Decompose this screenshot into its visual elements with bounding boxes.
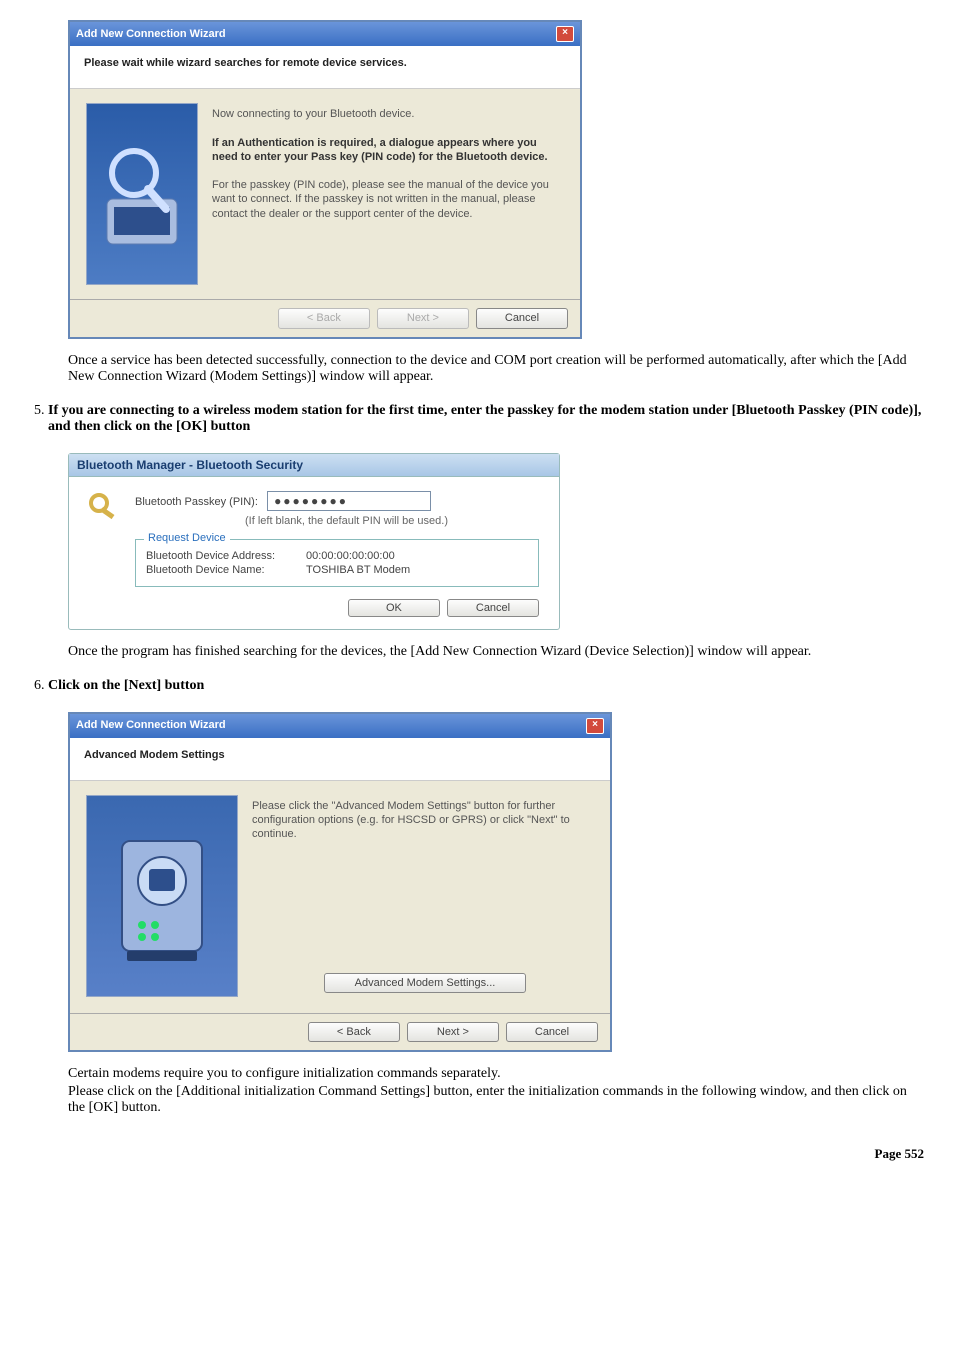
wizard-search-dialog: Add New Connection Wizard × Please wait … [68, 20, 582, 339]
pin-row: Bluetooth Passkey (PIN): ●●●●●●●● [135, 491, 539, 511]
bluetooth-security-dialog: Bluetooth Manager - Bluetooth Security B… [68, 453, 560, 630]
ok-button[interactable]: OK [348, 599, 440, 617]
modem-icon [107, 821, 217, 971]
pin-hint: (If left blank, the default PIN will be … [245, 515, 539, 527]
close-icon[interactable]: × [556, 26, 574, 42]
group-legend: Request Device [144, 532, 230, 544]
dialog-header: Advanced Modem Settings [70, 738, 610, 781]
adv-text: Please click the "Advanced Modem Setting… [252, 799, 594, 842]
adv-btn-row: Advanced Modem Settings... [252, 973, 594, 999]
back-button[interactable]: < Back [308, 1022, 400, 1042]
cancel-button[interactable]: Cancel [476, 308, 568, 328]
paragraph-2: Once the program has finished searching … [68, 644, 924, 660]
connecting-line: Now connecting to your Bluetooth device. [212, 107, 564, 121]
key-icon [89, 491, 121, 531]
magnifier-icon [102, 139, 182, 249]
paragraph-1: Once a service has been detected success… [68, 353, 924, 385]
paragraph-3b: Please click on the [Additional initiali… [68, 1084, 924, 1116]
bt-body: Bluetooth Passkey (PIN): ●●●●●●●● (If le… [69, 477, 559, 629]
bt-top-row: Bluetooth Passkey (PIN): ●●●●●●●● (If le… [89, 491, 539, 587]
cancel-button[interactable]: Cancel [506, 1022, 598, 1042]
dialog-text: Please click the "Advanced Modem Setting… [252, 795, 594, 999]
step-6: Click on the [Next] button [48, 678, 924, 694]
paragraph-3a: Certain modems require you to configure … [68, 1066, 924, 1082]
request-device-group: Request Device Bluetooth Device Address:… [135, 539, 539, 587]
step-5-text: If you are connecting to a wireless mode… [48, 403, 921, 434]
device-address-row: Bluetooth Device Address: 00:00:00:00:00… [146, 550, 528, 562]
button-bar: < Back Next > Cancel [70, 299, 580, 336]
device-address-value: 00:00:00:00:00:00 [306, 550, 395, 562]
dialog-header: Please wait while wizard searches for re… [70, 46, 580, 89]
titlebar: Add New Connection Wizard × [70, 22, 580, 46]
bt-title: Bluetooth Manager - Bluetooth Security [69, 454, 559, 477]
pin-label: Bluetooth Passkey (PIN): [135, 496, 258, 508]
bt-fields: Bluetooth Passkey (PIN): ●●●●●●●● (If le… [135, 491, 539, 587]
passkey-help-text: For the passkey (PIN code), please see t… [212, 178, 564, 221]
dialog-text: Now connecting to your Bluetooth device.… [212, 103, 564, 285]
next-button: Next > [377, 308, 469, 328]
cancel-button[interactable]: Cancel [447, 599, 539, 617]
back-button: < Back [278, 308, 370, 328]
close-icon[interactable]: × [586, 718, 604, 734]
step-5: If you are connecting to a wireless mode… [48, 403, 924, 435]
titlebar: Add New Connection Wizard × [70, 714, 610, 738]
device-name-label: Bluetooth Device Name: [146, 564, 306, 576]
dialog-body: Now connecting to your Bluetooth device.… [70, 89, 580, 299]
advanced-modem-dialog: Add New Connection Wizard × Advanced Mod… [68, 712, 612, 1053]
step-6-text: Click on the [Next] button [48, 678, 204, 693]
dialog-body: Please click the "Advanced Modem Setting… [70, 781, 610, 1013]
auth-bold-text: If an Authentication is required, a dial… [212, 136, 564, 165]
window-title: Add New Connection Wizard [76, 718, 226, 732]
bt-button-bar: OK Cancel [89, 599, 539, 617]
window-title: Add New Connection Wizard [76, 27, 226, 41]
device-name-row: Bluetooth Device Name: TOSHIBA BT Modem [146, 564, 528, 576]
advanced-modem-settings-button[interactable]: Advanced Modem Settings... [324, 973, 526, 993]
dialog-inner: Please wait while wizard searches for re… [70, 46, 580, 337]
wizard-image [86, 103, 198, 285]
button-bar: < Back Next > Cancel [70, 1013, 610, 1050]
modem-image [86, 795, 238, 997]
pin-input[interactable]: ●●●●●●●● [267, 491, 431, 511]
page-number: Page 552 [30, 1146, 924, 1162]
device-name-value: TOSHIBA BT Modem [306, 564, 410, 576]
next-button[interactable]: Next > [407, 1022, 499, 1042]
device-address-label: Bluetooth Device Address: [146, 550, 306, 562]
dialog-inner: Advanced Modem Settings Please click the… [70, 738, 610, 1051]
